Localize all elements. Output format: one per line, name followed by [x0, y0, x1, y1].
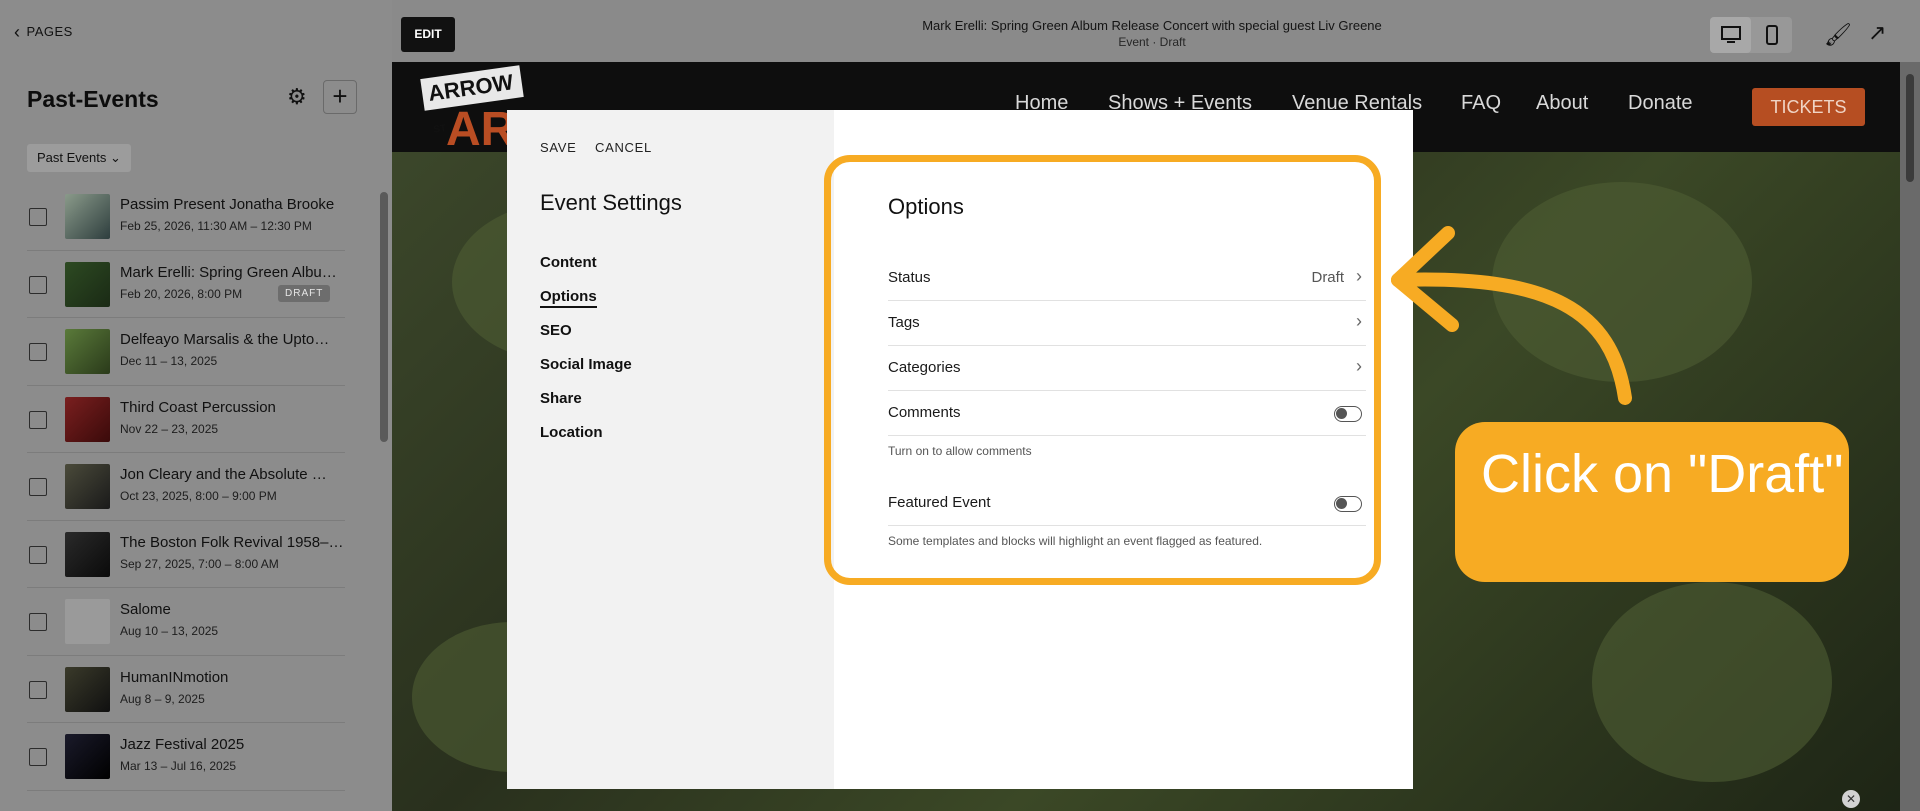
item-title: Mark Erelli: Spring Green Albu… — [120, 263, 337, 281]
mobile-view-button[interactable] — [1751, 17, 1792, 53]
item-thumbnail — [65, 734, 110, 779]
logo-text: ARROW — [426, 69, 515, 107]
item-thumbnail — [65, 329, 110, 374]
desktop-view-button[interactable] — [1710, 17, 1751, 53]
device-toggle — [1710, 17, 1792, 53]
nav-donate[interactable]: Donate — [1628, 92, 1693, 115]
item-checkbox[interactable] — [29, 410, 47, 429]
list-item[interactable]: Passim Present Jonatha Brooke Feb 25, 20… — [27, 183, 345, 251]
list-item[interactable]: Mark Erelli: Spring Green Albu… Feb 20, … — [27, 251, 345, 318]
item-thumbnail — [65, 666, 110, 712]
item-checkbox[interactable] — [29, 478, 47, 496]
item-date: Feb 20, 2026, 8:00 PM — [120, 286, 243, 301]
callout-box: Click on "Draft" — [1455, 422, 1849, 582]
item-date: Mar 13 – Jul 16, 2025 — [120, 759, 237, 773]
close-icon[interactable]: ✕ — [1842, 790, 1860, 808]
item-thumbnail — [65, 396, 110, 442]
item-title: Passim Present Jonatha Brooke — [120, 196, 335, 213]
status-badge: DRAFT — [278, 284, 331, 302]
mobile-icon — [1765, 25, 1778, 45]
item-date: Oct 23, 2025, 8:00 – 9:00 PM — [120, 489, 277, 503]
item-date: Aug 10 – 13, 2025 — [120, 624, 219, 638]
item-checkbox[interactable] — [29, 545, 47, 564]
item-checkbox[interactable] — [29, 343, 47, 361]
logo-sub: ST — [432, 123, 447, 136]
image-placeholder-icon — [65, 599, 110, 644]
list-item[interactable]: The Boston Folk Revival 1958–… Sep 27, 2… — [27, 521, 345, 588]
item-title: The Boston Folk Revival 1958–… — [120, 533, 342, 551]
item-title: Jon Cleary and the Absolute … — [120, 466, 327, 483]
item-title: HumanINmotion — [120, 668, 229, 686]
item-checkbox[interactable] — [29, 613, 47, 631]
item-checkbox[interactable] — [29, 275, 47, 294]
list-item[interactable]: HumanINmotion Aug 8 – 9, 2025 — [27, 656, 345, 723]
item-thumbnail — [65, 261, 110, 307]
item-thumbnail — [65, 464, 110, 509]
pages-panel: ‹ PAGES Past-Events ⚙ + Past Events ⌄ Pa… — [0, 0, 392, 811]
callout-text: Click on "Draft" — [1481, 444, 1844, 504]
item-title: Delfeayo Marsalis & the Upto… — [120, 331, 330, 348]
item-checkbox[interactable] — [29, 208, 47, 226]
event-list: Passim Present Jonatha Brooke Feb 25, 20… — [27, 183, 345, 791]
item-thumbnail — [65, 531, 110, 577]
preview-scrollbar[interactable] — [1900, 62, 1920, 811]
list-scrollbar[interactable] — [380, 192, 388, 442]
item-date: Feb 25, 2026, 11:30 AM – 12:30 PM — [120, 219, 312, 233]
item-date: Nov 22 – 23, 2025 — [120, 421, 219, 436]
item-date: Dec 11 – 13, 2025 — [120, 354, 218, 368]
list-item[interactable]: Salome Aug 10 – 13, 2025 — [27, 588, 345, 656]
nav-faq[interactable]: FAQ — [1461, 92, 1501, 115]
back-to-pages-link[interactable]: ‹ PAGES — [14, 21, 73, 42]
list-item[interactable]: Jon Cleary and the Absolute … Oct 23, 20… — [27, 453, 345, 521]
paintbrush-icon[interactable]: 🖌 — [1824, 22, 1852, 48]
filter-dropdown[interactable]: Past Events ⌄ — [27, 144, 131, 172]
item-checkbox[interactable] — [29, 748, 47, 766]
arrow-annotation — [1391, 226, 1632, 405]
item-date: Sep 27, 2025, 7:00 – 8:00 AM — [120, 556, 279, 571]
item-checkbox[interactable] — [29, 680, 47, 699]
external-link-icon[interactable]: ↗ — [1868, 20, 1886, 46]
add-item-button[interactable]: + — [323, 80, 357, 114]
tickets-button[interactable]: TICKETS — [1752, 88, 1865, 126]
item-title: Salome — [120, 601, 171, 618]
list-item[interactable]: Third Coast Percussion Nov 22 – 23, 2025 — [27, 386, 345, 453]
scroll-thumb[interactable] — [1906, 74, 1914, 182]
chevron-left-icon: ‹ — [14, 21, 21, 42]
editor-topbar: EDIT Mark Erelli: Spring Green Album Rel… — [392, 0, 1920, 62]
page-subtitle: Event · Draft — [1118, 35, 1186, 49]
desktop-icon — [1720, 26, 1741, 43]
item-date: Aug 8 – 9, 2025 — [120, 691, 205, 706]
item-title: Jazz Festival 2025 — [120, 736, 245, 753]
foliage — [1592, 582, 1832, 782]
collection-title: Past-Events — [27, 86, 159, 112]
filter-label: Past Events — [37, 150, 107, 165]
list-item[interactable]: Jazz Festival 2025 Mar 13 – Jul 16, 2025 — [27, 723, 345, 791]
page-title: Mark Erelli: Spring Green Album Release … — [922, 18, 1382, 33]
chevron-down-icon: ⌄ — [110, 150, 121, 165]
nav-about[interactable]: About — [1536, 92, 1588, 115]
item-thumbnail — [65, 194, 110, 239]
back-label: PAGES — [26, 24, 73, 39]
gear-icon[interactable]: ⚙ — [287, 84, 307, 110]
list-item[interactable]: Delfeayo Marsalis & the Upto… Dec 11 – 1… — [27, 318, 345, 386]
highlight-frame — [824, 155, 1381, 585]
item-title: Third Coast Percussion — [120, 398, 276, 416]
